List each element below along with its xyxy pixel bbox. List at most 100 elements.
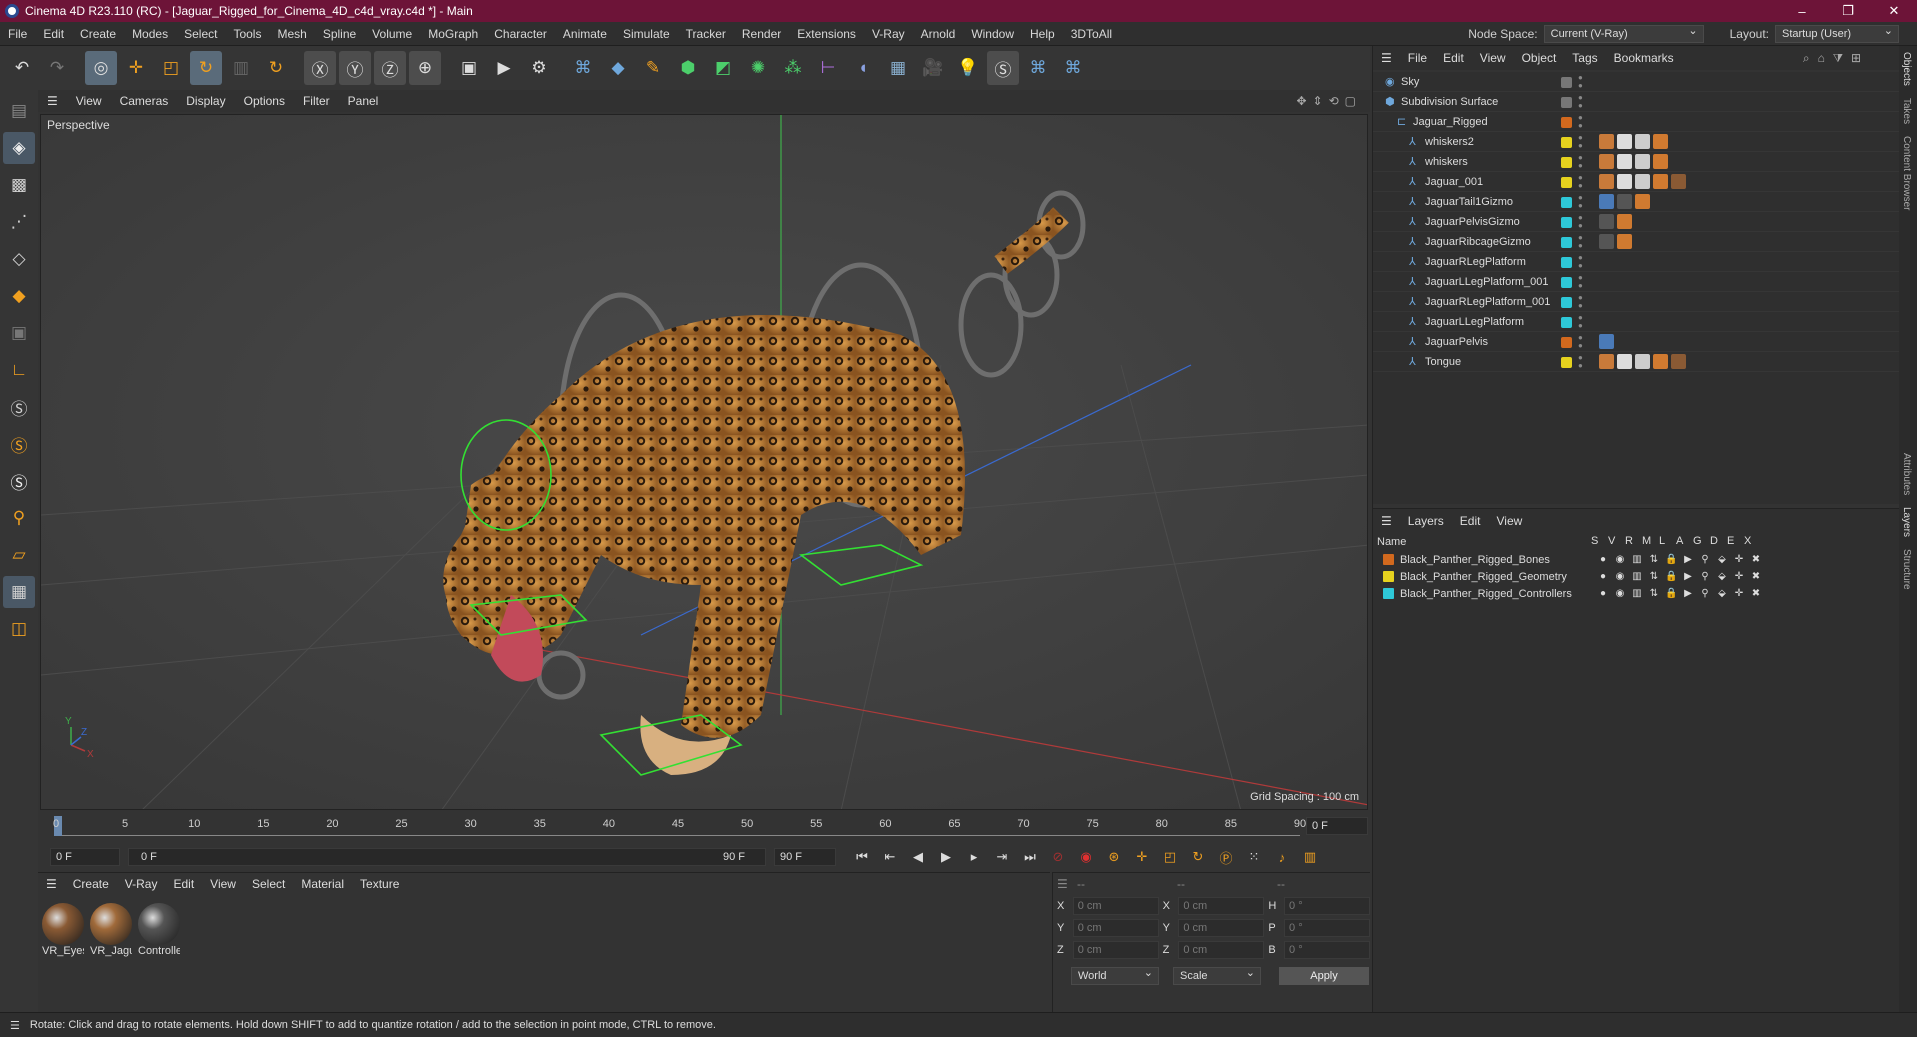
python-icon[interactable]: ⌘ (567, 51, 599, 85)
object-row[interactable]: ⅄ Jaguar_001 ● ● (1373, 172, 1900, 192)
coord-value-field[interactable]: 0 cm (1072, 941, 1159, 959)
menu-modes[interactable]: Modes (124, 27, 176, 41)
material-menu-create[interactable]: Create (65, 877, 117, 891)
z-axis-lock-icon[interactable]: Ⓩ (374, 51, 406, 85)
render-view-icon[interactable]: ▣ (453, 51, 485, 85)
layer-flag-toggle-icon[interactable]: ◉ (1614, 554, 1626, 566)
layer-flag-toggle-icon[interactable]: ✛ (1733, 571, 1745, 583)
visibility-dots-icon[interactable]: ● ● (1578, 94, 1584, 110)
coord-value-field[interactable]: 0 ° (1284, 897, 1371, 915)
layer-color-swatch[interactable] (1561, 297, 1572, 308)
object-tag-icon[interactable] (1599, 334, 1614, 349)
object-tag-icon[interactable] (1671, 354, 1686, 369)
object-tag-icon[interactable] (1599, 154, 1614, 169)
maximize-button[interactable]: ❐ (1825, 3, 1871, 19)
coord-value-field[interactable]: 0 cm (1072, 919, 1159, 937)
move-icon[interactable]: ✛ (120, 51, 152, 85)
layer-column-flag[interactable]: X (1744, 535, 1751, 547)
layer-column-flag[interactable]: A (1676, 535, 1683, 547)
layer-flag-toggle-icon[interactable]: ▶ (1682, 571, 1694, 583)
object-search-icon[interactable]: ⌕⌂⧩⊞ (1803, 51, 1899, 66)
material-item[interactable]: VR_Jagu (90, 903, 132, 957)
last-tool-icon[interactable]: ▥ (225, 51, 257, 85)
layer-flag-toggle-icon[interactable]: ▶ (1682, 588, 1694, 600)
close-button[interactable]: ✕ (1871, 3, 1917, 19)
object-row[interactable]: ⬢ Subdivision Surface ● ● (1373, 92, 1900, 112)
snap-icon[interactable]: ⚲ (3, 502, 35, 534)
frame-range-slider[interactable]: 0 F 90 F (128, 848, 766, 866)
scale-icon[interactable]: ◰ (155, 51, 187, 85)
material-item[interactable]: VR_Eyes (42, 903, 84, 957)
visibility-dots-icon[interactable]: ● ● (1578, 334, 1584, 350)
object-name[interactable]: Jaguar_Rigged (1413, 112, 1488, 132)
menu-mesh[interactable]: Mesh (269, 27, 314, 41)
material-menu-edit[interactable]: Edit (165, 877, 202, 891)
object-row[interactable]: ⅄ JaguarRibcageGizmo ● ● (1373, 232, 1900, 252)
edge-mode-icon[interactable]: ◇ (3, 243, 35, 275)
viewport-navigation-icons[interactable]: ✥⇕⟲▢ (1296, 94, 1370, 108)
object-name[interactable]: Tongue (1425, 352, 1461, 372)
viewport-menu-panel[interactable]: Panel (339, 94, 388, 108)
visibility-dots-icon[interactable]: ● ● (1578, 294, 1584, 310)
layer-flag-toggle-icon[interactable]: ⬙ (1716, 571, 1728, 583)
object-row[interactable]: ⅄ JaguarTail1Gizmo ● ● (1373, 192, 1900, 212)
viewport-menu-display[interactable]: Display (177, 94, 234, 108)
object-menu-view[interactable]: View (1472, 51, 1514, 65)
visibility-dots-icon[interactable]: ● ● (1578, 234, 1584, 250)
object-tag-icon[interactable] (1635, 154, 1650, 169)
layer-color-swatch[interactable] (1561, 157, 1572, 168)
object-tag-icon[interactable] (1599, 354, 1614, 369)
coord-value-field[interactable]: 0 cm (1178, 897, 1265, 915)
perspective-viewport[interactable]: Y Z X Perspective Grid Spacing : 100 cm (40, 114, 1368, 810)
layer-column-flag[interactable]: L (1659, 535, 1665, 547)
object-tag-icon[interactable] (1635, 134, 1650, 149)
viewport-menu-filter[interactable]: Filter (294, 94, 339, 108)
cube-icon[interactable]: ◆ (602, 51, 634, 85)
make-editable-icon[interactable]: ▤ (3, 95, 35, 127)
object-name[interactable]: JaguarRLegPlatform_001 (1425, 292, 1550, 312)
visibility-dots-icon[interactable]: ● ● (1578, 194, 1584, 210)
menu-volume[interactable]: Volume (364, 27, 420, 41)
layer-column-flag[interactable]: M (1642, 535, 1651, 547)
layer-flag-toggle-icon[interactable]: 🔒 (1665, 588, 1677, 600)
layer-color-swatch[interactable] (1561, 217, 1572, 228)
floor-icon[interactable]: ▦ (882, 51, 914, 85)
layer-row[interactable]: Black_Panther_Rigged_Bones ● ◉ ▥ ⇅ 🔒 ▶ ⚲ ⬙ ✛ ✖ (1373, 551, 1900, 568)
material-menu-texture[interactable]: Texture (352, 877, 407, 891)
visibility-check-icon[interactable] (1561, 77, 1572, 88)
visibility-dots-icon[interactable]: ● ● (1578, 154, 1584, 170)
object-name[interactable]: Subdivision Surface (1401, 92, 1498, 112)
layer-flag-toggle-icon[interactable]: ● (1597, 571, 1609, 583)
layer-column-flag[interactable]: V (1608, 535, 1615, 547)
recent-tool-icon[interactable]: ↻ (260, 51, 292, 85)
layer-column-flag[interactable]: S (1591, 535, 1598, 547)
visibility-dots-icon[interactable]: ● ● (1578, 134, 1584, 150)
coord-value-field[interactable]: 0 cm (1178, 919, 1265, 937)
point-mode-icon[interactable]: ⋰ (3, 206, 35, 238)
field-icon[interactable]: ◖ (847, 51, 879, 85)
planar-workplane-icon[interactable]: ◫ (3, 613, 35, 645)
object-row[interactable]: ◉ Sky ● ● (1373, 72, 1900, 92)
layer-color-swatch[interactable] (1561, 277, 1572, 288)
solo-icon[interactable]: Ⓢ (3, 391, 35, 423)
layer-flag-toggle-icon[interactable]: ⇅ (1648, 588, 1660, 600)
layer-color-swatch[interactable] (1383, 588, 1394, 599)
play-icon[interactable]: ▶ (934, 845, 958, 869)
object-menu-object[interactable]: Object (1514, 51, 1565, 65)
go-to-start-icon[interactable]: ⏮ (850, 845, 874, 869)
menu-arnold[interactable]: Arnold (913, 27, 964, 41)
layer-flag-toggle-icon[interactable]: ⚲ (1699, 588, 1711, 600)
menu-spline[interactable]: Spline (315, 27, 364, 41)
layer-flag-toggle-icon[interactable]: ● (1597, 588, 1609, 600)
object-tag-icon[interactable] (1617, 174, 1632, 189)
object-tag-icon[interactable] (1617, 234, 1632, 249)
coordinate-system-icon[interactable]: ⊕ (409, 51, 441, 85)
coord-value-field[interactable]: 0 ° (1284, 919, 1371, 937)
object-tag-icon[interactable] (1653, 154, 1668, 169)
menu-tracker[interactable]: Tracker (678, 27, 734, 41)
material-menu-material[interactable]: Material (293, 877, 352, 891)
object-tag-icon[interactable] (1599, 234, 1614, 249)
key-scale-icon[interactable]: ◰ (1158, 845, 1182, 869)
object-tag-icon[interactable] (1635, 354, 1650, 369)
object-row[interactable]: ⅄ JaguarPelvisGizmo ● ● (1373, 212, 1900, 232)
